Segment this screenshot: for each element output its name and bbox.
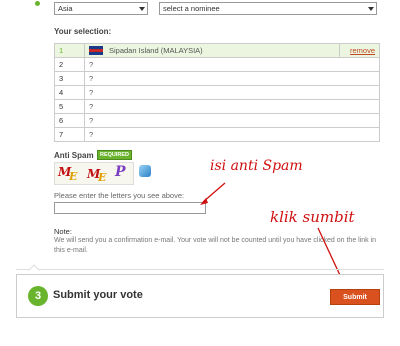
submit-step-panel: 3 Submit your vote Submit (16, 274, 384, 318)
step-number: 3 (28, 286, 48, 306)
section-divider (16, 269, 384, 270)
step-title: Submit your vote (53, 289, 143, 301)
submit-button[interactable]: Submit (330, 289, 380, 305)
